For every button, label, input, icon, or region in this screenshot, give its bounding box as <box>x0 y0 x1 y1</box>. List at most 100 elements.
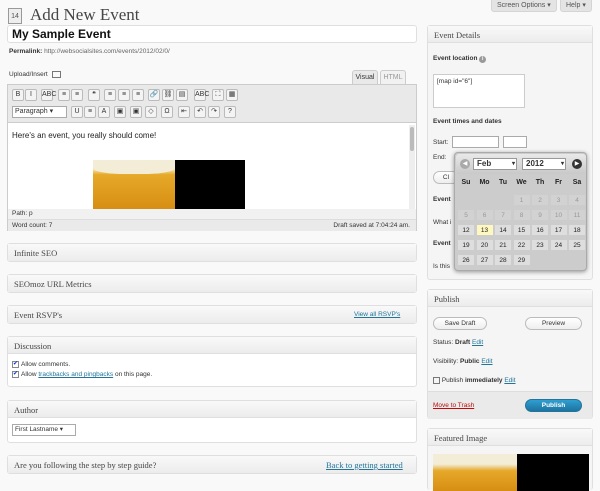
align-center-button[interactable]: ≡ <box>118 89 130 101</box>
remove-format-button[interactable]: ◇ <box>145 106 157 118</box>
format-select[interactable]: Paragraph ▾ <box>12 106 67 118</box>
fullscreen-button[interactable]: ⛶ <box>212 89 224 101</box>
calendar-day[interactable]: 20 <box>475 239 494 251</box>
calendar-day[interactable]: 11 <box>568 209 586 221</box>
allow-pingbacks-checkbox[interactable]: ✔ <box>12 371 19 378</box>
kitchen-sink-button[interactable]: ▦ <box>226 89 238 101</box>
tab-visual[interactable]: Visual <box>352 70 378 84</box>
outdent-button[interactable]: ⇤ <box>178 106 190 118</box>
calendar-day[interactable]: 21 <box>494 239 512 251</box>
calendar-day[interactable]: 27 <box>475 254 494 266</box>
paste-text-button[interactable]: ▣ <box>114 106 126 118</box>
view-all-rsvps-link[interactable]: View all RSVP's <box>354 311 400 318</box>
infinite-seo-title[interactable]: Infinite SEO <box>8 244 416 261</box>
trackbacks-link[interactable]: trackbacks and pingbacks <box>38 371 113 378</box>
featured-image[interactable] <box>433 454 589 491</box>
undo-button[interactable]: ↶ <box>194 106 206 118</box>
add-media-icon[interactable] <box>52 71 62 78</box>
permalink-url[interactable]: http://websocialsites.com/events/2012/02… <box>44 48 170 55</box>
start-time-input[interactable] <box>503 136 527 148</box>
calendar-day[interactable]: 24 <box>549 239 568 251</box>
status-edit-link[interactable]: Edit <box>472 339 483 346</box>
month-select[interactable]: Feb ▾ <box>473 158 517 170</box>
calendar-day[interactable]: 9 <box>531 209 549 221</box>
info-icon[interactable]: i <box>479 56 487 63</box>
calendar-day[interactable]: 19 <box>457 239 475 251</box>
author-select[interactable]: First Lastname ▾ <box>12 424 76 436</box>
calendar-day[interactable]: 14 <box>494 224 512 236</box>
status-row: Status: Draft Edit <box>433 339 483 346</box>
calendar-day[interactable]: 25 <box>568 239 586 251</box>
align-right-button[interactable]: ≡ <box>132 89 144 101</box>
calendar-day[interactable]: 18 <box>568 224 586 236</box>
calendar-day[interactable]: 23 <box>531 239 549 251</box>
calendar-day[interactable]: 28 <box>494 254 512 266</box>
bullet-list-button[interactable]: ≡ <box>58 89 70 101</box>
move-to-trash-link[interactable]: Move to Trash <box>433 402 474 409</box>
help-button[interactable]: Help ▾ <box>560 0 592 12</box>
back-to-getting-started-link[interactable]: Back to getting started <box>326 460 403 470</box>
calendar-day[interactable]: 3 <box>549 194 568 206</box>
calendar-day[interactable]: 15 <box>512 224 531 236</box>
featured-image-title[interactable]: Featured Image <box>428 429 592 446</box>
month-select-value: Feb <box>477 159 492 168</box>
calendar-day[interactable]: 10 <box>549 209 568 221</box>
event-label-1: Event <box>433 196 451 203</box>
event-rsvp-header[interactable]: Event RSVP's View all RSVP's <box>8 306 416 323</box>
screen-options-button[interactable]: Screen Options ▾ <box>491 0 557 12</box>
align-left-button[interactable]: ≡ <box>104 89 116 101</box>
publish-title[interactable]: Publish <box>428 290 592 307</box>
event-details-title[interactable]: Event Details <box>428 26 592 43</box>
numbered-list-button[interactable]: ≡ <box>71 89 83 101</box>
calendar-day[interactable]: 8 <box>512 209 531 221</box>
calendar-day[interactable]: 29 <box>512 254 531 266</box>
calendar-day[interactable]: 2 <box>531 194 549 206</box>
event-location-textarea[interactable]: [map id="6"] <box>433 74 525 108</box>
event-title-input[interactable]: My Sample Event <box>7 25 417 43</box>
calendar-day[interactable]: 5 <box>457 209 475 221</box>
calendar-day[interactable]: 17 <box>549 224 568 236</box>
editor-content-text[interactable]: Here's an event, you really should come! <box>12 131 156 140</box>
seomoz-title[interactable]: SEOmoz URL Metrics <box>8 275 416 292</box>
text-color-button[interactable]: A <box>98 106 110 118</box>
next-month-icon[interactable]: ▶ <box>572 159 582 169</box>
calendar-day[interactable]: 13 <box>475 224 494 236</box>
allow-comments-checkbox[interactable]: ✔ <box>12 361 19 368</box>
calendar-day[interactable]: 6 <box>475 209 494 221</box>
special-char-button[interactable]: Ω <box>161 106 173 118</box>
visibility-edit-link[interactable]: Edit <box>481 358 492 365</box>
publish-button[interactable]: Publish <box>525 399 582 412</box>
calendar-day[interactable]: 26 <box>457 254 475 266</box>
save-draft-button[interactable]: Save Draft <box>433 317 487 330</box>
year-select[interactable]: 2012 ▾ <box>522 158 566 170</box>
link-button[interactable]: 🔗 <box>148 89 160 101</box>
help-button[interactable]: ? <box>224 106 236 118</box>
spellcheck-button[interactable]: ABC <box>194 89 209 101</box>
author-title[interactable]: Author <box>8 401 416 418</box>
more-button[interactable]: ▤ <box>176 89 188 101</box>
tab-html[interactable]: HTML <box>380 70 406 84</box>
calendar-day[interactable]: 7 <box>494 209 512 221</box>
blockquote-button[interactable]: ❝ <box>88 89 100 101</box>
strikethrough-button[interactable]: ABC <box>41 89 56 101</box>
start-date-input[interactable] <box>452 136 499 148</box>
calendar-day[interactable]: 16 <box>531 224 549 236</box>
preview-button[interactable]: Preview <box>525 317 582 330</box>
italic-button[interactable]: I <box>25 89 37 101</box>
calendar-day[interactable]: 12 <box>457 224 475 236</box>
underline-button[interactable]: U <box>71 106 83 118</box>
discussion-title[interactable]: Discussion <box>8 337 416 354</box>
justify-button[interactable]: ≡ <box>84 106 96 118</box>
calendar-day[interactable]: 22 <box>512 239 531 251</box>
calendar-day[interactable]: 1 <box>512 194 531 206</box>
bold-button[interactable]: B <box>12 89 24 101</box>
content-editor[interactable]: Paragraph ▾ B I ABC ≡ ≡ ❝ ≡ ≡ ≡ 🔗 ⛓ ▤ ABC ⛶ ▦ U ≡ A ▣ ▣ ◇ Ω ⇤ ↶… <box>7 84 417 219</box>
editor-scroll-thumb[interactable] <box>410 127 414 151</box>
paste-word-button[interactable]: ▣ <box>130 106 142 118</box>
publish-time-edit-link[interactable]: Edit <box>504 377 515 384</box>
editor-scrollbar[interactable] <box>409 125 415 209</box>
calendar-day[interactable]: 4 <box>568 194 586 206</box>
redo-button[interactable]: ↷ <box>208 106 220 118</box>
unlink-button[interactable]: ⛓ <box>162 89 174 101</box>
prev-month-icon[interactable]: ◀ <box>460 159 470 169</box>
